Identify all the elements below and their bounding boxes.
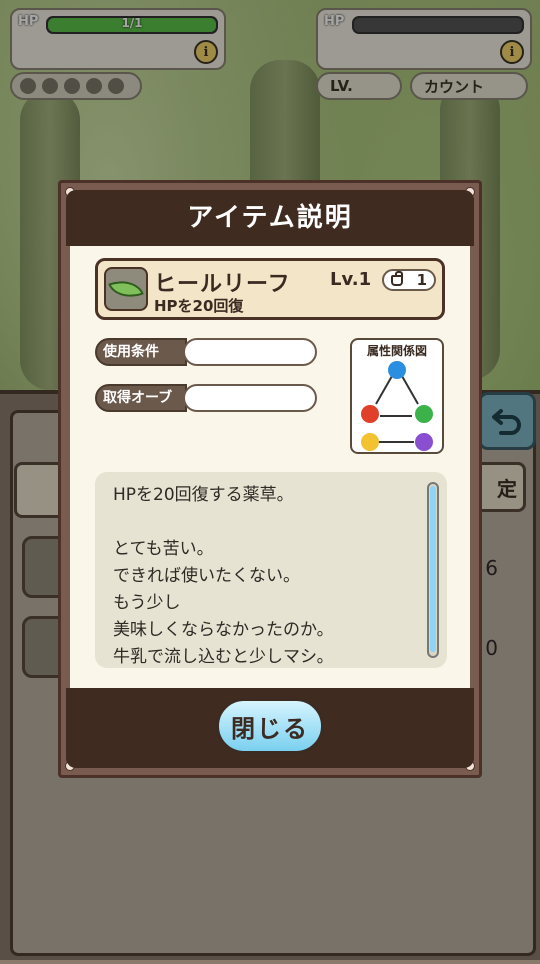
description-line: できれば使いたくない。 — [113, 566, 300, 586]
obtain-orb-label: 取得オーブ — [95, 384, 187, 412]
item-subtitle: HPを20回復 — [154, 297, 244, 315]
item-level: Lv.1 — [330, 269, 372, 290]
item-quantity: 1 — [416, 271, 428, 289]
bag-icon — [390, 270, 403, 286]
item-card: ヒールリーフ HPを20回復 Lv.1 1 — [95, 258, 445, 320]
leaf-icon — [104, 267, 148, 311]
wind-orb-icon — [415, 405, 433, 423]
description-line: もう少し — [113, 593, 181, 613]
use-condition-label: 使用条件 — [95, 338, 187, 366]
item-description[interactable]: HPを20回復する薬草。 とても苦い。できれば使いたくない。 もう少し美味しくならな… — [95, 472, 447, 668]
dark-orb-icon — [415, 433, 433, 451]
use-condition-value — [183, 338, 317, 366]
description-scrollbar[interactable] — [427, 482, 439, 658]
fire-orb-icon — [361, 405, 379, 423]
modal-title: アイテム説明 — [66, 190, 474, 246]
attribute-diagram — [361, 361, 433, 451]
scrollbar-thumb[interactable] — [430, 486, 436, 652]
attribute-chart: 属性関係図 — [350, 338, 444, 454]
description-line: HPを20回復する薬草。 — [113, 485, 294, 505]
item-name: ヒールリーフ — [154, 272, 291, 297]
item-quantity-badge: 1 — [382, 269, 436, 291]
description-line: とても苦い。 — [113, 539, 214, 559]
description-line: 牛乳で流し込むと少しマシ。 — [113, 647, 334, 667]
description-line: 美味しくならなかったのか。 — [113, 620, 334, 640]
close-button[interactable]: 閉じる — [216, 698, 324, 754]
light-orb-icon — [361, 433, 379, 451]
obtain-orb-value — [183, 384, 317, 412]
water-orb-icon — [388, 361, 406, 379]
